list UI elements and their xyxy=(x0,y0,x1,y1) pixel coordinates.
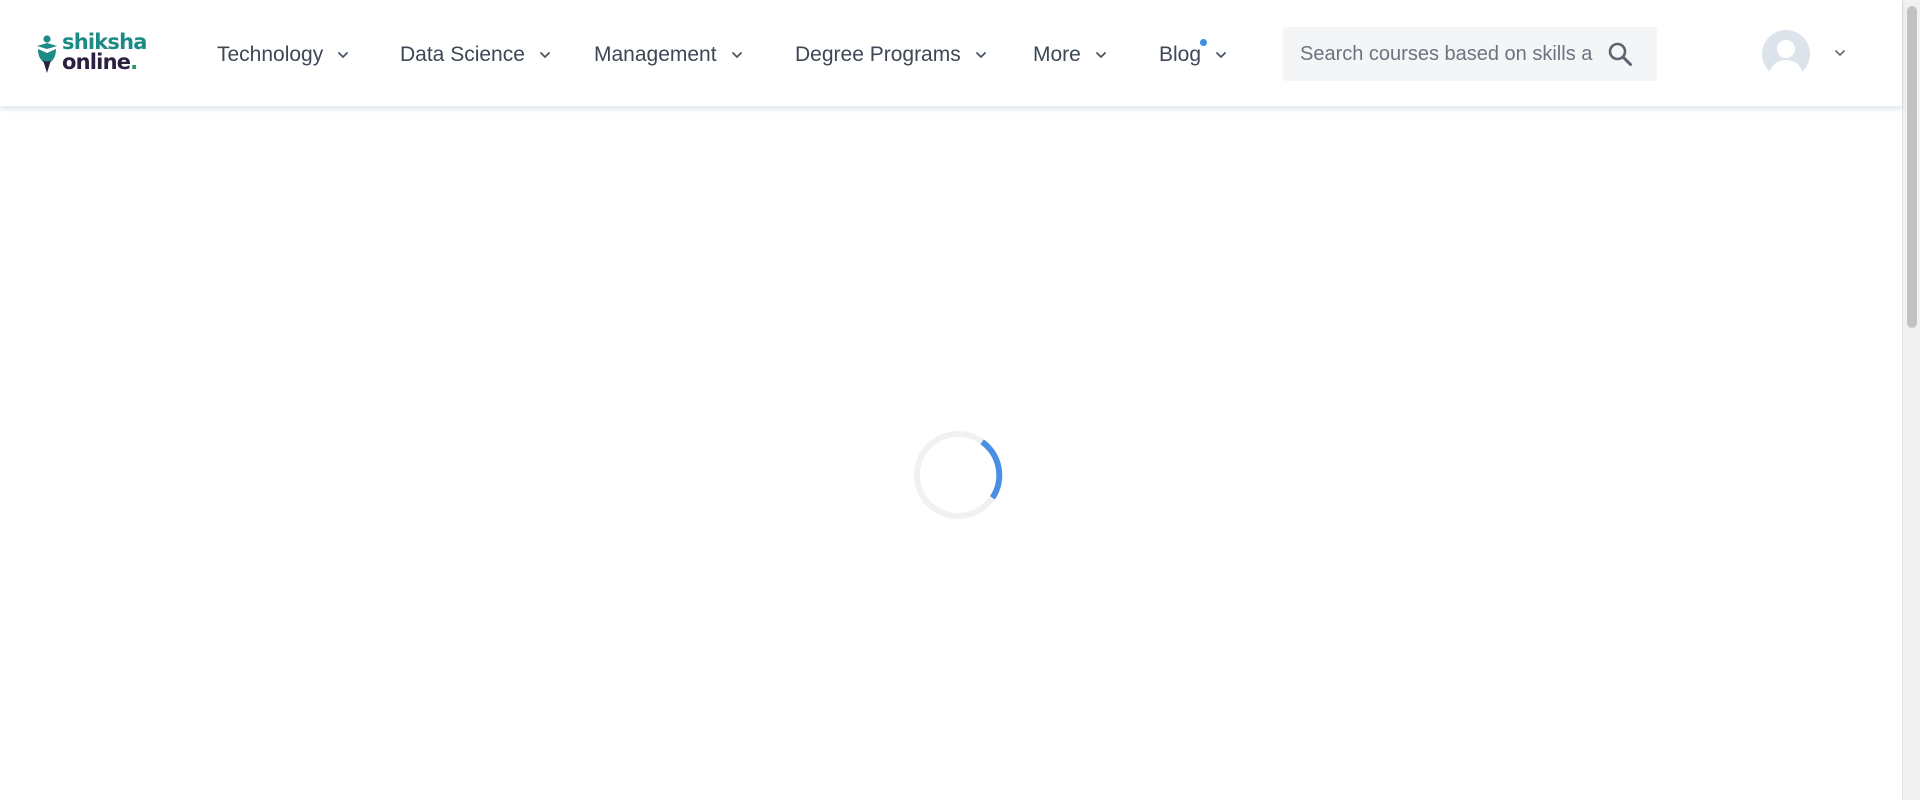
nav-item-label: Technology xyxy=(217,43,324,66)
chevron-down-icon xyxy=(1095,52,1106,58)
loading-spinner-icon xyxy=(912,429,1004,521)
chevron-down-icon xyxy=(338,52,349,58)
nav-item-label: More xyxy=(1033,43,1081,66)
nav-item-degree-programs[interactable]: Degree Programs xyxy=(795,40,989,70)
search-icon[interactable] xyxy=(1607,41,1633,67)
chevron-down-icon xyxy=(540,52,550,58)
search-bar xyxy=(1283,27,1657,81)
page: shiksha online. Technology Data Science … xyxy=(0,0,1920,800)
blog-notification-dot xyxy=(1200,39,1207,46)
nav-item-label: Management xyxy=(594,43,717,66)
nav-item-technology[interactable]: Technology xyxy=(217,40,351,70)
user-silhouette xyxy=(1768,40,1804,78)
nav-item-label: Degree Programs xyxy=(795,43,961,66)
top-header: shiksha online. Technology Data Science … xyxy=(0,0,1902,107)
nav-item-data-science[interactable]: Data Science xyxy=(400,40,553,70)
user-avatar-icon[interactable] xyxy=(1762,30,1810,78)
nav-item-label: Data Science xyxy=(400,43,525,66)
nav-item-blog[interactable]: Blog xyxy=(1159,40,1229,70)
nav-item-management[interactable]: Management xyxy=(594,40,745,70)
account-menu-chevron-icon[interactable] xyxy=(1832,45,1848,61)
chevron-down-icon xyxy=(731,52,742,58)
chevron-down-icon xyxy=(975,52,986,58)
main-nav: Technology Data Science Management Degre… xyxy=(0,0,1260,106)
nav-item-label: Blog xyxy=(1159,43,1202,66)
scrollbar-thumb[interactable] xyxy=(1907,6,1917,328)
nav-item-more[interactable]: More xyxy=(1033,40,1109,70)
vertical-scrollbar[interactable] xyxy=(1902,0,1920,800)
search-input[interactable] xyxy=(1283,27,1595,81)
chevron-down-icon xyxy=(1216,52,1226,58)
